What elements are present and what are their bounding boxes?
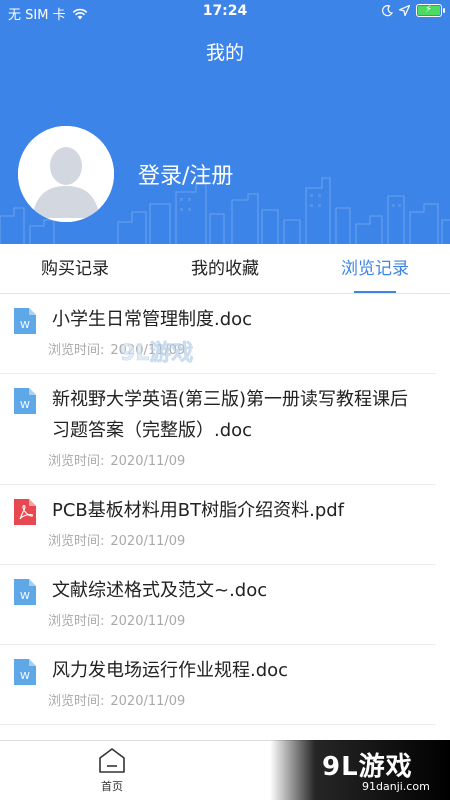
moon-icon [382,4,393,16]
word-document-icon: W [14,308,36,334]
browse-time: 浏览时间: 2020/11/09 [48,335,422,373]
list-item[interactable]: PCB基板材料用BT树脂介绍资料.pdf 浏览时间: 2020/11/09 [0,485,436,565]
svg-text:W: W [20,400,30,411]
document-title: 风力发电场运行作业规程.doc [52,660,289,681]
watermark-logo: 9L游戏 91danji.com [270,740,450,800]
svg-text:W: W [20,320,30,331]
watermark-text: 9L游戏 [322,752,413,782]
svg-text:W: W [20,591,30,602]
watermark-logo-small: 9L游戏 [120,340,194,367]
tab-browse-history[interactable]: 浏览记录 [300,244,450,293]
document-title: 小学生日常管理制度.doc [52,309,253,330]
document-title: 文献综述格式及范文~.doc [52,580,268,601]
profile-header: 无 SIM 卡 17:24 ⚡ 我的 登录/注册 [0,0,450,244]
browse-date: 2020/11/09 [110,614,186,629]
page-title: 我的 [205,42,244,64]
browse-time-label: 浏览时间: [48,614,105,629]
tab-purchase-records[interactable]: 购买记录 [0,244,150,293]
browse-time-label: 浏览时间: [48,534,105,549]
word-document-icon: W [14,579,36,605]
location-arrow-icon [399,5,410,16]
list-item[interactable]: W 风力发电场运行作业规程.doc 浏览时间: 2020/11/09 [0,645,436,725]
list-item[interactable]: W 文献综述格式及范文~.doc 浏览时间: 2020/11/09 [0,565,436,645]
word-document-icon: W [14,659,36,685]
status-bar: 无 SIM 卡 17:24 ⚡ [0,0,450,24]
battery-icon: ⚡ [416,4,445,17]
browse-date: 2020/11/09 [110,454,186,469]
svg-text:W: W [20,671,30,682]
tab-favorites[interactable]: 我的收藏 [150,244,300,293]
document-title: 新视野大学英语(第三版)第一册读写教程课后习题答案（完整版）.doc [52,389,409,441]
record-tabs: 购买记录 我的收藏 浏览记录 [0,244,450,294]
watermark-small-text: 9L游戏 [120,340,193,366]
login-register-link[interactable]: 登录/注册 [138,158,233,190]
pdf-document-icon [14,499,36,525]
list-item[interactable]: W 新视野大学英语(第三版)第一册读写教程课后习题答案（完整版）.doc 浏览时… [0,374,436,485]
tab-home[interactable]: 首页 [88,747,136,794]
watermark-url: 91danji.com [362,780,430,793]
browse-date: 2020/11/09 [110,534,186,549]
browse-time: 浏览时间: 2020/11/09 [48,446,422,484]
browse-time: 浏览时间: 2020/11/09 [48,606,422,644]
home-label: 首页 [101,780,123,793]
browse-time-label: 浏览时间: [48,343,105,358]
browse-date: 2020/11/09 [110,694,186,709]
default-avatar-icon [18,126,114,222]
browse-time-label: 浏览时间: [48,454,105,469]
browse-time: 浏览时间: 2020/11/09 [48,686,422,724]
browse-time: 浏览时间: 2020/11/09 [48,526,422,564]
word-document-icon: W [14,388,36,414]
avatar[interactable] [18,126,114,222]
browse-time-label: 浏览时间: [48,694,105,709]
document-title: PCB基板材料用BT树脂介绍资料.pdf [52,500,345,521]
home-icon [99,748,125,773]
